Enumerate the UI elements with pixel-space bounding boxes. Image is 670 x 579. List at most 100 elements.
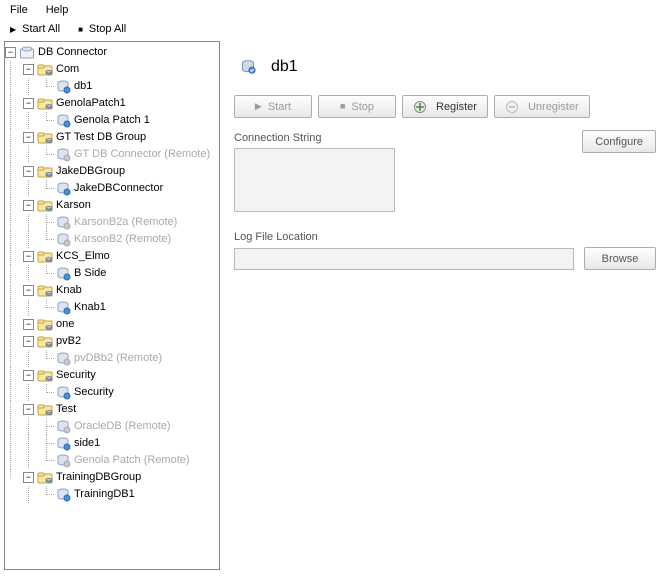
tree-group[interactable]: − Test — [5, 401, 219, 418]
tree-group-label: one — [56, 316, 74, 333]
db-icon — [55, 487, 71, 503]
tree-group-label: GT Test DB Group — [56, 129, 146, 146]
db-icon — [55, 300, 71, 316]
collapse-icon[interactable]: − — [23, 319, 34, 330]
tree-item-label: Knab1 — [74, 299, 106, 316]
tree-group[interactable]: − Karson — [5, 197, 219, 214]
log-file-input[interactable] — [234, 248, 574, 270]
start-button[interactable]: ▶ Start — [234, 95, 312, 118]
start-all-button[interactable]: Start All — [22, 23, 60, 35]
folder-icon — [37, 249, 53, 265]
folder-icon — [37, 283, 53, 299]
tree-item[interactable]: TrainingDB1 — [5, 486, 219, 503]
tree-item-label: TrainingDB1 — [74, 486, 135, 503]
collapse-icon[interactable]: − — [23, 98, 34, 109]
tree-group[interactable]: − Com — [5, 61, 219, 78]
tree-item-label: OracleDB (Remote) — [74, 418, 171, 435]
tree-group[interactable]: − GT Test DB Group — [5, 129, 219, 146]
tree-item[interactable]: Genola Patch 1 — [5, 112, 219, 129]
tree-group[interactable]: − Knab — [5, 282, 219, 299]
tree-item-label: GT DB Connector (Remote) — [74, 146, 210, 163]
tree-item-label: Security — [74, 384, 114, 401]
tree-group[interactable]: − GenolaPatch1 — [5, 95, 219, 112]
tree-group[interactable]: − Security — [5, 367, 219, 384]
tree-item[interactable]: KarsonB2a (Remote) — [5, 214, 219, 231]
connection-string-input[interactable] — [234, 148, 395, 212]
db-connector-icon — [238, 57, 258, 77]
configure-button[interactable]: Configure — [582, 130, 656, 153]
tree-item-label: KarsonB2 (Remote) — [74, 231, 171, 248]
tree-group-label: GenolaPatch1 — [56, 95, 126, 112]
tree-item-label: side1 — [74, 435, 100, 452]
db-icon — [55, 215, 71, 231]
folder-icon — [37, 402, 53, 418]
collapse-icon[interactable]: − — [23, 472, 34, 483]
stop-button[interactable]: ■ Stop — [318, 95, 396, 118]
collapse-icon[interactable]: − — [23, 251, 34, 262]
collapse-icon[interactable]: − — [23, 370, 34, 381]
db-icon — [55, 113, 71, 129]
connection-string-label: Connection String — [234, 132, 574, 144]
tree-group-label: Karson — [56, 197, 91, 214]
tree-item[interactable]: OracleDB (Remote) — [5, 418, 219, 435]
collapse-icon[interactable]: − — [23, 404, 34, 415]
register-button[interactable]: Register — [402, 95, 488, 118]
unregister-icon — [505, 100, 519, 114]
detail-title: db1 — [271, 58, 298, 76]
tree-item[interactable]: pvDBb2 (Remote) — [5, 350, 219, 367]
toolbar: ▶ Start All ■ Stop All — [0, 20, 670, 41]
collapse-icon[interactable]: − — [23, 166, 34, 177]
detail-panel: db1 ▶ Start ■ Stop Register Unregi — [224, 41, 670, 574]
menu-help[interactable]: Help — [46, 4, 69, 16]
menu-file[interactable]: File — [10, 4, 28, 16]
unregister-button[interactable]: Unregister — [494, 95, 590, 118]
db-icon — [55, 266, 71, 282]
tree-item[interactable]: Genola Patch (Remote) — [5, 452, 219, 469]
tree-item[interactable]: B Side — [5, 265, 219, 282]
play-icon: ▶ — [255, 102, 262, 111]
tree-group[interactable]: −KCS_Elmo — [5, 248, 219, 265]
tree-group[interactable]: − one — [5, 316, 219, 333]
collapse-icon[interactable]: − — [23, 336, 34, 347]
collapse-icon[interactable]: − — [23, 285, 34, 296]
collapse-icon[interactable]: − — [5, 47, 16, 58]
db-icon — [55, 385, 71, 401]
tree-group-label: Test — [56, 401, 76, 418]
tree-item[interactable]: db1 — [5, 78, 219, 95]
db-icon — [55, 79, 71, 95]
folder-icon — [37, 334, 53, 350]
folder-icon — [37, 368, 53, 384]
db-icon — [55, 147, 71, 163]
collapse-icon[interactable]: − — [23, 200, 34, 211]
tree-item[interactable]: Security — [5, 384, 219, 401]
folder-icon — [37, 470, 53, 486]
tree-group[interactable]: −pvB2 — [5, 333, 219, 350]
collapse-icon[interactable]: − — [23, 64, 34, 75]
db-icon — [55, 453, 71, 469]
tree-group-label: Security — [56, 367, 96, 384]
tree-group[interactable]: −JakeDBGroup — [5, 163, 219, 180]
tree-panel: −DB Connector−Comdb1−GenolaPatch1Genola … — [4, 41, 220, 570]
stop-icon: ■ — [78, 25, 83, 34]
browse-button[interactable]: Browse — [584, 247, 656, 270]
folder-icon — [37, 62, 53, 78]
start-button-label: Start — [268, 101, 291, 113]
tree-item[interactable]: GT DB Connector (Remote) — [5, 146, 219, 163]
collapse-icon[interactable]: − — [23, 132, 34, 143]
unregister-button-label: Unregister — [528, 101, 579, 113]
tree-item-label: Genola Patch 1 — [74, 112, 150, 129]
tree-group-label: Knab — [56, 282, 82, 299]
tree-root[interactable]: −DB Connector — [5, 44, 219, 61]
tree-group-label: TrainingDBGroup — [56, 469, 141, 486]
root-icon — [19, 45, 35, 61]
folder-icon — [37, 130, 53, 146]
tree-item-label: JakeDBConnector — [74, 180, 163, 197]
tree-group-label: Com — [56, 61, 79, 78]
tree-item[interactable]: KarsonB2 (Remote) — [5, 231, 219, 248]
play-icon: ▶ — [10, 25, 16, 34]
tree-item[interactable]: JakeDBConnector — [5, 180, 219, 197]
tree-group[interactable]: − TrainingDBGroup — [5, 469, 219, 486]
stop-all-button[interactable]: Stop All — [89, 23, 126, 35]
tree-item[interactable]: side1 — [5, 435, 219, 452]
tree-item[interactable]: Knab1 — [5, 299, 219, 316]
